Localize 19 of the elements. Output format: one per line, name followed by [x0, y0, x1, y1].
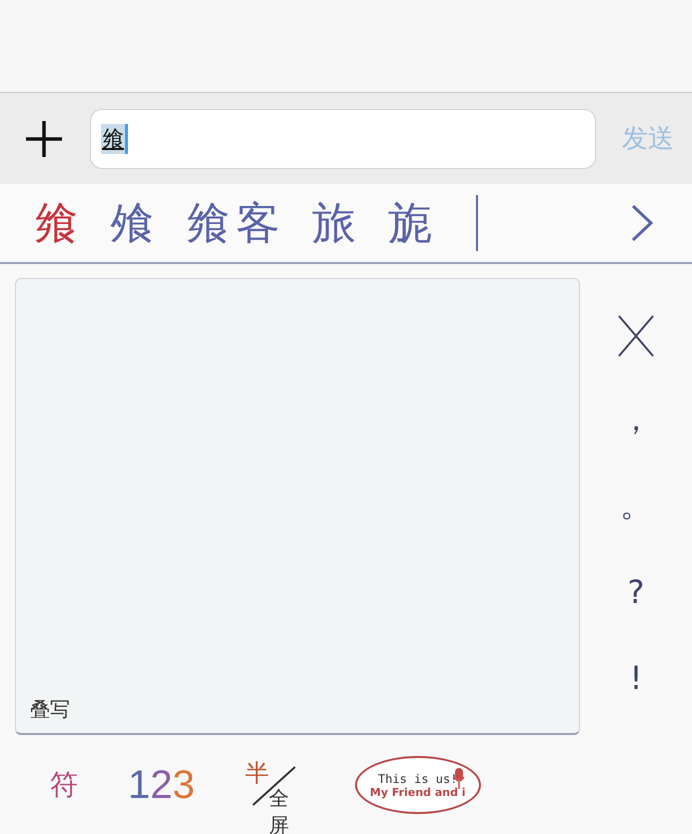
punctuation-key[interactable]: ? — [628, 568, 644, 616]
chevron-right-icon[interactable] — [630, 203, 654, 243]
handwriting-pad[interactable]: 叠写 — [15, 278, 580, 735]
number-key[interactable]: 123 — [128, 762, 195, 808]
candidate-word[interactable]: 飨客 — [182, 194, 308, 252]
punctuation-key[interactable]: 。 — [620, 482, 652, 530]
message-input-field[interactable]: 飨 — [90, 108, 596, 168]
candidate-word[interactable]: 旅 — [308, 194, 384, 252]
half-screen-key[interactable]: 半 — [244, 757, 269, 789]
add-icon[interactable] — [24, 118, 64, 158]
candidate-word[interactable]: 飨 — [30, 194, 106, 252]
candidate-word[interactable]: 飧 — [106, 194, 182, 252]
punctuation-key[interactable]: ! — [630, 654, 642, 702]
voice-sticker-button[interactable]: This is us! My Friend and i — [354, 756, 481, 814]
candidate-word[interactable]: 旎 — [384, 194, 460, 252]
close-icon[interactable] — [617, 314, 655, 358]
punctuation-key[interactable]: ， — [620, 396, 652, 444]
overlap-mode-label[interactable]: 叠写 — [30, 696, 70, 723]
symbol-key[interactable]: 符 — [50, 766, 78, 804]
